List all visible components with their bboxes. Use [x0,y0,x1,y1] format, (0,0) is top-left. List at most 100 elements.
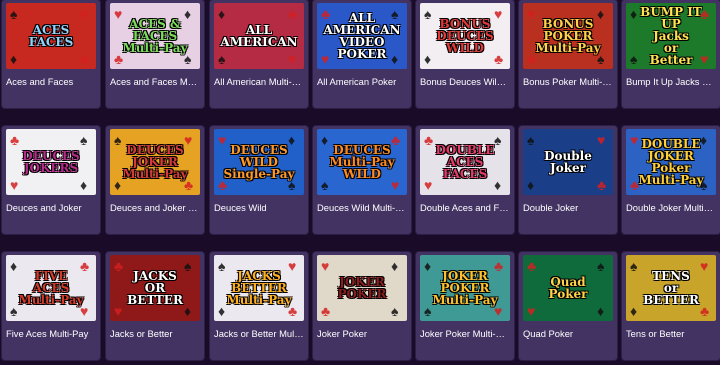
game-thumbnail[interactable]: ♦ ♣ ♠ ♥ JOKER POKER Multi-Pay [420,255,510,321]
game-thumbnail[interactable]: ♠ ♥ ♦ ♣ BONUS DEUCES WILD [420,3,510,69]
game-title: Deuces Wild [214,202,267,213]
game-thumbnail[interactable]: ♠ ♥ ♦ ♣ JACKS BETTER Multi-Pay [214,255,304,321]
game-card[interactable]: ♣ ♠ ♥ ♦ Quad Poker Quad Poker [519,252,617,360]
game-card[interactable]: ♥ ♦ ♣ ♠ BONUS POKER Multi-Pay Bonus Poker Mul… [519,0,617,108]
game-title: Aces and Faces [6,76,74,87]
game-logo-text: JACKS BETTER Multi-Pay [226,269,292,307]
game-title: Quad Poker [523,328,574,339]
card-suit-icon: ♠ [218,51,226,67]
game-thumbnail[interactable]: ♥ ♦ ♣ ♠ DOUBLE JOKER Poker Multi-Pay [626,129,716,195]
game-title: Bump It Up Jacks or Better [626,76,716,87]
game-title: Joker Poker Multi-Pay [420,328,510,339]
game-card[interactable]: ♥ ♦ ♣ ♠ DOUBLE JOKER Poker Multi-Pay Double J… [622,126,720,234]
game-logo-text: JACKS OR BETTER [127,269,183,307]
game-title: Tens or Better [626,328,685,339]
game-card[interactable]: ♣ ♠ ♥ ♦ DOUBLE ACES FACES Double Aces and Fac… [416,126,514,234]
card-suit-icon: ♣ [288,6,298,22]
game-card[interactable]: ♣ ♠ ♥ ♦ JACKS OR BETTER Jacks or Better [106,252,204,360]
game-card[interactable]: ♠♥♦♣BONUS DEUCES WILD Bonus Deuces Wild M… [416,0,514,108]
game-thumbnail[interactable]: ♠ ♥ ♦ ♣ Double Joker [523,129,613,195]
game-title: Joker Poker [317,328,368,339]
game-card[interactable]: ♦ ♣ ♠ ♥ JOKER POKER Multi-Pay Joker Poker Mul… [416,252,514,360]
game-thumbnail[interactable]: ♥ ♦ ♣ ♠ JOKER POKER [317,255,407,321]
game-grid: ♠ ♥ ♦ ♣ ACES FACES Aces and Faces ♥ ♦ ♣ ♠ ACES & F… [0,0,720,365]
card-suit-icon: ♠ [10,6,18,22]
card-suit-icon: ♠ [630,258,638,274]
game-card[interactable]: ♠ ♥ ♦ ♣ TENS or BETTER Tens or Better [622,252,720,360]
game-logo-text: DEUCES WILD Single-Pay [223,143,295,181]
game-thumbnail[interactable]: ♣ ♠ ♥ ♦ JACKS OR BETTER [110,255,200,321]
game-thumbnail[interactable]: ♠ ♥ ♦ ♣ ACES FACES [6,3,96,69]
game-title: Five Aces Multi-Pay [6,328,89,339]
game-thumbnail[interactable]: ♠ ♥ ♦ ♣ DEUCES JOKER Multi-Pay [110,129,200,195]
game-thumbnail[interactable]: ♣ ♠ ♥ ♦ Quad Poker [523,255,613,321]
game-logo-text: ALL AMERICAN [220,23,298,49]
game-title: Deuces and Joker [6,202,82,213]
card-suit-icon: ♠ [597,258,605,274]
game-title: All American Poker [317,76,397,87]
card-suit-icon: ♦ [630,303,638,319]
card-suit-icon: ♣ [10,132,20,148]
game-thumbnail[interactable]: ♥ ♦ ♣ ♠ DEUCES WILD Single-Pay [214,129,304,195]
game-logo-text: TENS or BETTER [643,269,699,307]
card-suit-icon: ♦ [391,258,399,274]
game-title: Jacks or Better [110,328,173,339]
game-card[interactable]: ♠ ♥ ♦ ♣ DEUCES JOKER Multi-Pay Deuces and Jok… [106,126,204,234]
game-thumbnail[interactable]: ♦ ♣ ♠ ♥ DEUCES Multi-Pay WILD [317,129,407,195]
card-suit-icon: ♦ [80,177,88,193]
game-logo-text: ACES & FACES Multi-Pay [122,17,188,55]
game-card[interactable]: ♠ ♥ ♦ ♣ ACES FACES Aces and Faces [2,0,100,108]
game-card[interactable]: ♦ ♣ ♠ ♥ DEUCES Multi-Pay WILD Deuces Wild Mul… [313,126,411,234]
game-logo-text: DEUCES Multi-Pay WILD [329,143,395,181]
card-suit-icon: ♠ [80,132,88,148]
card-suit-icon: ♥ [10,177,19,193]
game-card[interactable]: ♥ ♦ ♣ ♠ JOKER POKER Joker Poker [313,252,411,360]
game-logo-text: DOUBLE JOKER Poker Multi-Pay [638,137,704,187]
game-title: Deuces Wild Multi-Pay [317,202,407,213]
game-card[interactable]: ♥ ♦ ♣ ♠ DEUCES WILD Single-Pay Deuces Wild [210,126,308,234]
game-title: Aces and Faces Multi-Pay [110,76,200,87]
card-suit-icon: ♥ [527,303,536,319]
card-suit-icon: ♥ [597,132,606,148]
game-logo-text: DOUBLE ACES FACES [435,143,495,181]
card-suit-icon: ♥ [321,258,330,274]
game-thumbnail[interactable]: ♥ ♦ ♣ ♠ ACES & FACES Multi-Pay [110,3,200,69]
game-title: Deuces and Joker Multi-Pay [110,202,200,213]
game-logo-text: Quad Poker [548,275,588,301]
card-suit-icon: ♥ [80,6,89,22]
game-title: Double Aces and Faces Multi-Pay [420,202,510,213]
game-logo-text: ACES FACES [28,23,74,49]
card-suit-icon: ♦ [10,51,18,67]
game-card[interactable]: ♦ ♣ ♠ ♥ FIVE ACES Multi-Pay Five Aces Multi-P… [2,252,100,360]
game-logo-text: DEUCES JOKERS [22,149,80,175]
game-title: Double Joker Multi-Pay [626,202,716,213]
game-thumbnail[interactable]: ♣ ♠ ♥ ♦ DEUCES JOKERS [6,129,96,195]
card-suit-icon: ♣ [597,177,607,193]
game-card[interactable]: ♥ ♦ ♣ ♠ ACES & FACES Multi-Pay Aces and Faces… [106,0,204,108]
game-thumbnail[interactable]: ♦ ♣ ♠ ♥ FIVE ACES Multi-Pay [6,255,96,321]
game-thumbnail[interactable]: ♦ ♣ ♠ ♥ BUMP IT UP Jacks or Better [626,3,716,69]
game-card[interactable]: ♠ ♥ ♦ ♣ Double Joker Double Joker [519,126,617,234]
card-suit-icon: ♦ [527,177,535,193]
card-suit-icon: ♦ [424,51,432,67]
game-logo-text: JOKER POKER [337,275,387,301]
game-logo-text: BUMP IT UP Jacks or Better [640,5,702,67]
card-suit-icon: ♣ [80,51,90,67]
game-card[interactable]: ♣ ♠ ♥ ♦ DEUCES JOKERS Deuces and Joker [2,126,100,234]
game-card[interactable]: ♦ ♣ ♠ ♥ ALL AMERICAN All American Multi-Pay [210,0,308,108]
game-logo-text: BONUS DEUCES WILD [436,17,494,55]
card-suit-icon: ♣ [114,258,124,274]
game-thumbnail[interactable]: ♠ ♥ ♦ ♣ TENS or BETTER [626,255,716,321]
card-suit-icon: ♠ [424,6,432,22]
game-thumbnail[interactable]: ♣ ♠ ♥ ♦ ALL AMERICAN VIDEO POKER [317,3,407,69]
game-logo-text: JOKER POKER Multi-Pay [432,269,498,307]
game-thumbnail[interactable]: ♥ ♦ ♣ ♠ BONUS POKER Multi-Pay [523,3,613,69]
game-card[interactable]: ♦ ♣ ♠ ♥ BUMP IT UP Jacks or Better Bump It Up… [622,0,720,108]
game-card[interactable]: ♣ ♠ ♥ ♦ ALL AMERICAN VIDEO POKER All American… [313,0,411,108]
game-thumbnail[interactable]: ♦ ♣ ♠ ♥ ALL AMERICAN [214,3,304,69]
game-card[interactable]: ♠ ♥ ♦ ♣ JACKS BETTER Multi-Pay Jacks or Bette… [210,252,308,360]
card-suit-icon: ♣ [527,258,537,274]
card-suit-icon: ♦ [218,6,226,22]
game-thumbnail[interactable]: ♣ ♠ ♥ ♦ DOUBLE ACES FACES [420,129,510,195]
game-logo-text: BONUS POKER Multi-Pay [535,17,601,55]
